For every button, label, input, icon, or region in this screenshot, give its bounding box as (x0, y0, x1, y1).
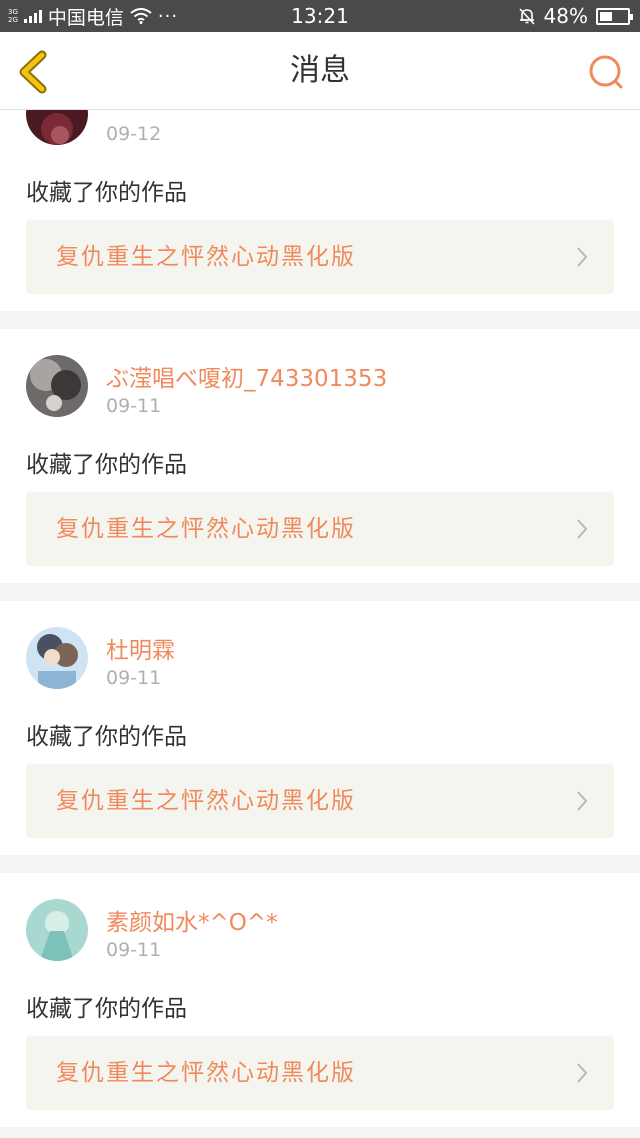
status-bar: 3G 2G 中国电信 ··· 13:21 48% (0, 0, 640, 32)
message-date: 09-12 (106, 123, 162, 145)
message-card: ぶ滢唱べ嗄初_743301353 09-11 收藏了你的作品 复仇重生之怦然心动… (0, 329, 640, 583)
message-card: 素颜如水*^O^* 09-11 收藏了你的作品 复仇重生之怦然心动黑化版 (0, 873, 640, 1127)
work-title: 复仇重生之怦然心动黑化版 (56, 516, 356, 542)
work-link[interactable]: 复仇重生之怦然心动黑化版 (26, 764, 614, 838)
chevron-right-icon (577, 791, 588, 811)
status-right: 48% (518, 0, 633, 32)
work-link[interactable]: 复仇重生之怦然心动黑化版 (26, 492, 614, 566)
message-card: 09-12 收藏了你的作品 复仇重生之怦然心动黑化版 (0, 110, 640, 311)
message-action-text: 收藏了你的作品 (26, 996, 187, 1022)
work-link[interactable]: 复仇重生之怦然心动黑化版 (26, 1036, 614, 1110)
message-date: 09-11 (106, 667, 162, 689)
username-link[interactable]: 杜明霖 (106, 631, 175, 665)
page-title: 消息 (290, 53, 350, 88)
message-date: 09-11 (106, 395, 162, 417)
silent-bell-icon (518, 8, 535, 25)
chevron-right-icon (577, 247, 588, 267)
message-action-text: 收藏了你的作品 (26, 724, 187, 750)
avatar[interactable] (26, 627, 88, 689)
avatar[interactable] (26, 110, 88, 145)
nav-bar: 消息 (0, 32, 640, 110)
search-icon[interactable] (586, 52, 626, 92)
username-link[interactable]: ぶ滢唱べ嗄初_743301353 (106, 359, 387, 393)
work-link[interactable]: 复仇重生之怦然心动黑化版 (26, 220, 614, 294)
message-date: 09-11 (106, 939, 162, 961)
username-link[interactable]: 素颜如水*^O^* (106, 903, 278, 937)
avatar[interactable] (26, 355, 88, 417)
battery-icon (596, 7, 633, 25)
battery-level-fill (600, 11, 612, 21)
battery-percent: 48% (543, 4, 588, 28)
message-action-text: 收藏了你的作品 (26, 452, 187, 478)
chevron-right-icon (577, 1063, 588, 1083)
work-title: 复仇重生之怦然心动黑化版 (56, 788, 356, 814)
work-title: 复仇重生之怦然心动黑化版 (56, 1060, 356, 1086)
message-action-text: 收藏了你的作品 (26, 180, 187, 206)
chevron-right-icon (577, 519, 588, 539)
message-list[interactable]: 09-12 收藏了你的作品 复仇重生之怦然心动黑化版 ぶ滢唱べ嗄初_743301… (0, 110, 640, 1138)
message-card: 杜明霖 09-11 收藏了你的作品 复仇重生之怦然心动黑化版 (0, 601, 640, 855)
avatar[interactable] (26, 899, 88, 961)
work-title: 复仇重生之怦然心动黑化版 (56, 244, 356, 270)
